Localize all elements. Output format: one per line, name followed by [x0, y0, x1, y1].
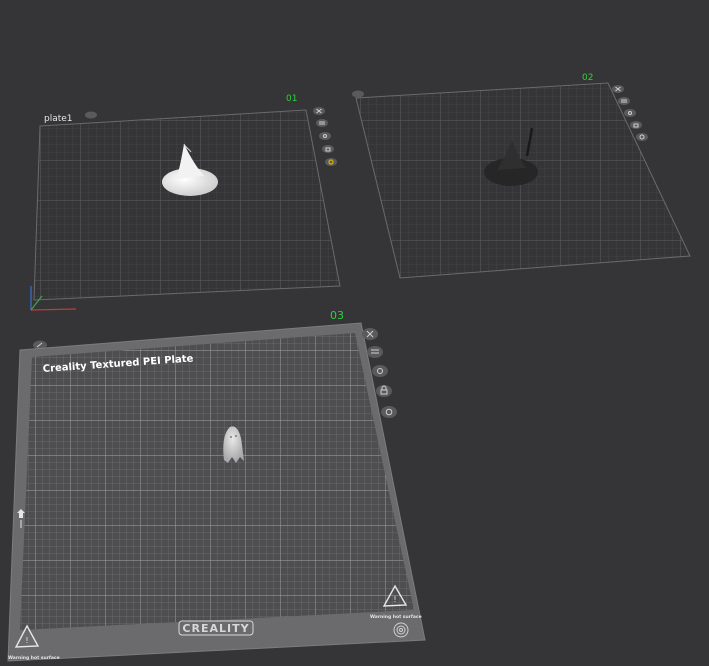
plate-1-name[interactable]: plate1: [44, 114, 73, 124]
bed-grid: [20, 333, 414, 630]
plate-2[interactable]: 02: [352, 73, 691, 279]
plate-3-lock-icon[interactable]: [376, 385, 392, 397]
plate-2-close-icon[interactable]: [612, 85, 624, 93]
plate-1-lock-icon[interactable]: [322, 145, 334, 153]
plate-2-arrange-icon[interactable]: [618, 97, 630, 105]
plate-1-edit-icon[interactable]: [85, 111, 97, 119]
plate-3-close-icon[interactable]: [362, 328, 378, 340]
plate-1-grid[interactable]: [33, 109, 341, 301]
brand-label: CREALITY: [182, 622, 249, 635]
warning-left-text: Warning hot surface: [8, 655, 60, 661]
plate-2-edit-icon[interactable]: [352, 90, 364, 98]
brand-plaque: CREALITY: [178, 620, 254, 636]
plate-1[interactable]: plate1 01: [30, 94, 341, 311]
plate-1-settings-icon[interactable]: [325, 158, 337, 166]
plate-2-orient-icon[interactable]: [624, 109, 636, 117]
warning-right-text: Warning hot surface: [370, 614, 422, 620]
plate-1-orient-icon[interactable]: [319, 132, 331, 140]
build-plates-viewport[interactable]: plate1 01 02 03 Creality Textured PEI Pl…: [0, 0, 709, 666]
plate-1-number: 01: [286, 94, 297, 104]
svg-text:!: !: [25, 636, 28, 645]
plate-1-close-icon[interactable]: [313, 107, 325, 115]
plate-3-settings-icon[interactable]: [381, 406, 397, 418]
plate-3-number: 03: [330, 309, 344, 322]
plate-2-settings-icon[interactable]: [636, 133, 648, 141]
svg-text:!: !: [393, 595, 396, 604]
plate-2-lock-icon[interactable]: [630, 121, 642, 129]
plate-1-arrange-icon[interactable]: [316, 119, 328, 127]
plate-2-number: 02: [582, 73, 593, 83]
plate-3-orient-icon[interactable]: [372, 365, 388, 377]
plate-3-arrange-icon[interactable]: [367, 346, 383, 358]
plate-3[interactable]: 03 Creality Textured PEI Plate ! Warning…: [7, 309, 426, 662]
